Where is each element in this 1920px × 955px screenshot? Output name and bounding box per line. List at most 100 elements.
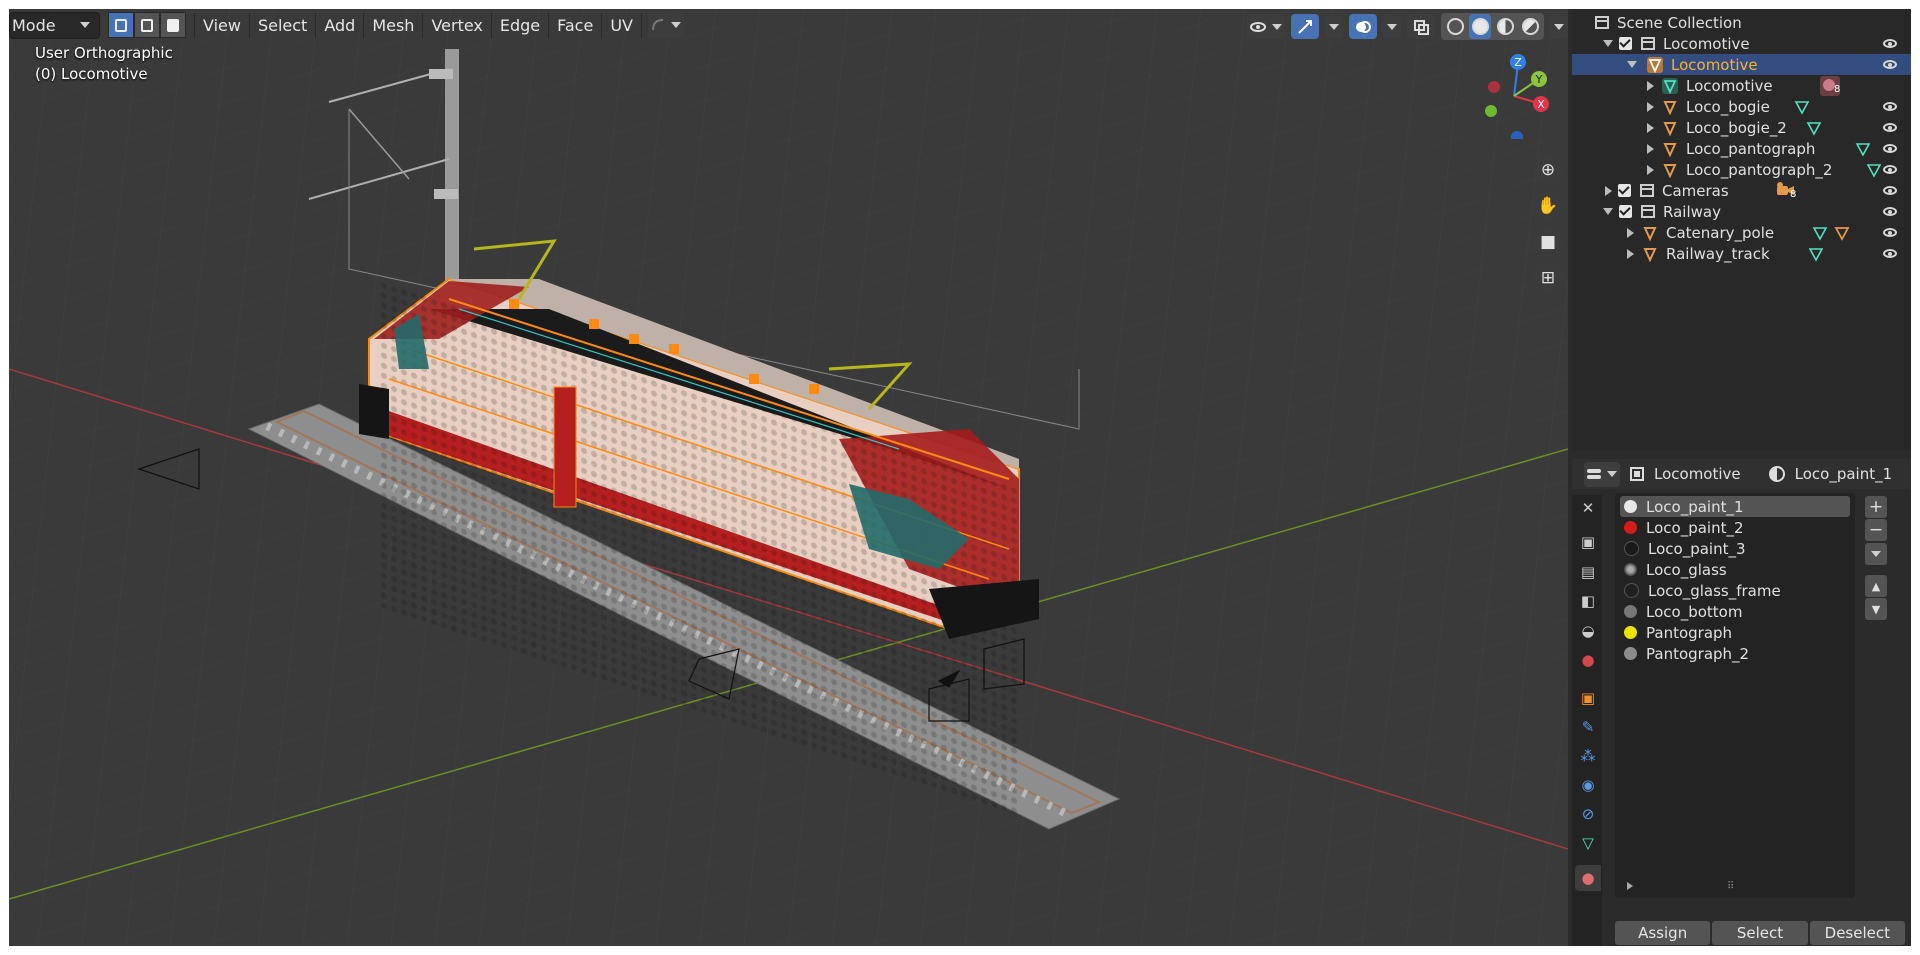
material-slot[interactable]: Loco_bottom bbox=[1620, 601, 1850, 622]
material-slot[interactable]: Loco_paint_3 bbox=[1620, 538, 1850, 559]
gizmo-dropdown[interactable] bbox=[1325, 14, 1343, 39]
shading-dropdown[interactable] bbox=[1550, 14, 1568, 39]
material-shading-button[interactable] bbox=[1494, 14, 1516, 39]
menu-edge[interactable]: Edge bbox=[492, 13, 548, 38]
material-slot[interactable]: Loco_glass_frame bbox=[1620, 580, 1850, 601]
overlay-dropdown[interactable] bbox=[1383, 14, 1401, 39]
pan-button[interactable]: ✋ bbox=[1533, 191, 1563, 221]
material-slot-list[interactable]: Loco_paint_1 Loco_paint_2 Loco_paint_3 L… bbox=[1615, 493, 1855, 898]
material-slot[interactable]: Pantograph bbox=[1620, 622, 1850, 643]
menu-add[interactable]: Add bbox=[316, 13, 363, 38]
eye-icon[interactable] bbox=[1883, 165, 1897, 174]
outliner-row-loco-pantograph[interactable]: Loco_pantograph bbox=[1572, 138, 1911, 159]
scene-collection-row[interactable]: Scene Collection bbox=[1586, 12, 1911, 33]
tab-world[interactable]: ● bbox=[1575, 647, 1601, 673]
move-slot-up-button[interactable]: ▲ bbox=[1865, 575, 1887, 597]
visibility-dropdown[interactable] bbox=[1247, 14, 1285, 39]
expand-arrow-icon[interactable] bbox=[1647, 122, 1654, 133]
material-slot[interactable]: Pantograph_2 bbox=[1620, 643, 1850, 664]
tab-particles[interactable]: ⁂ bbox=[1575, 743, 1601, 769]
expand-arrow-icon[interactable] bbox=[1603, 208, 1613, 215]
outliner-row-loco-bogie[interactable]: Loco_bogie bbox=[1572, 96, 1911, 117]
material-slot[interactable]: Loco_paint_1 bbox=[1620, 496, 1850, 517]
transform-pivot-dropdown[interactable] bbox=[647, 12, 684, 38]
eye-icon[interactable] bbox=[1883, 60, 1897, 69]
tab-material[interactable]: ● bbox=[1575, 865, 1601, 891]
zoom-button[interactable]: ⊕ bbox=[1533, 155, 1563, 185]
move-slot-down-button[interactable]: ▼ bbox=[1865, 598, 1887, 620]
menu-view[interactable]: View bbox=[195, 13, 249, 38]
navigation-gizmo[interactable]: Z X Y bbox=[1469, 49, 1559, 139]
material-slot[interactable]: Loco_paint_2 bbox=[1620, 517, 1850, 538]
eye-icon[interactable] bbox=[1883, 186, 1897, 195]
vertex-select-button[interactable] bbox=[108, 12, 134, 38]
tab-physics[interactable]: ◉ bbox=[1575, 772, 1601, 798]
solid-shading-button[interactable] bbox=[1469, 14, 1491, 39]
edge-select-button[interactable] bbox=[134, 12, 160, 38]
rendered-shading-button[interactable] bbox=[1517, 14, 1543, 39]
eye-icon[interactable] bbox=[1883, 144, 1897, 153]
eye-icon[interactable] bbox=[1883, 39, 1897, 48]
exclude-checkbox[interactable] bbox=[1618, 184, 1631, 197]
properties-editor[interactable]: Locomotive Loco_paint_1 ✕ ▣ ▤ ◧ ◒ ● ▣ ✎ … bbox=[1572, 459, 1911, 946]
expand-arrow-icon[interactable] bbox=[1647, 143, 1654, 154]
outliner[interactable]: Scene Collection Locomotive Locomotive L… bbox=[1572, 9, 1911, 450]
remove-material-slot-button[interactable]: − bbox=[1865, 519, 1887, 541]
viewport-scene[interactable] bbox=[9, 9, 1568, 946]
gizmo-toggle-button[interactable] bbox=[1291, 14, 1319, 39]
tab-object[interactable]: ▣ bbox=[1575, 685, 1601, 711]
outliner-row-collection-locomotive[interactable]: Locomotive bbox=[1572, 33, 1911, 54]
face-select-button[interactable] bbox=[160, 12, 186, 38]
tab-scene[interactable]: ◒ bbox=[1575, 618, 1601, 644]
xray-toggle-button[interactable] bbox=[1407, 14, 1435, 39]
select-button[interactable]: Select bbox=[1712, 921, 1808, 945]
menu-vertex[interactable]: Vertex bbox=[423, 13, 490, 38]
tab-modifiers[interactable]: ✎ bbox=[1575, 714, 1601, 740]
exclude-checkbox[interactable] bbox=[1619, 37, 1632, 50]
expand-arrow-icon[interactable] bbox=[1647, 80, 1654, 91]
eye-icon[interactable] bbox=[1883, 249, 1897, 258]
tab-output[interactable]: ▤ bbox=[1575, 559, 1601, 585]
menu-uv[interactable]: UV bbox=[602, 13, 641, 38]
expand-arrow-icon[interactable] bbox=[1627, 248, 1634, 259]
outliner-row-object-locomotive[interactable]: Locomotive bbox=[1572, 54, 1911, 75]
outliner-row-cameras[interactable]: Cameras 8 bbox=[1572, 180, 1911, 201]
list-filter-arrow-icon[interactable] bbox=[1627, 882, 1633, 890]
overlay-toggle-button[interactable] bbox=[1349, 14, 1377, 39]
outliner-row-loco-bogie-2[interactable]: Loco_bogie_2 bbox=[1572, 117, 1911, 138]
assign-button[interactable]: Assign bbox=[1615, 921, 1711, 945]
outliner-row-railway-track[interactable]: Railway_track bbox=[1572, 243, 1911, 264]
eye-icon[interactable] bbox=[1883, 228, 1897, 237]
menu-face[interactable]: Face bbox=[549, 13, 601, 38]
editor-type-dropdown[interactable] bbox=[1584, 461, 1620, 487]
tab-tool[interactable]: ✕ bbox=[1575, 495, 1601, 521]
eye-icon[interactable] bbox=[1883, 102, 1897, 111]
menu-mesh[interactable]: Mesh bbox=[364, 13, 422, 38]
expand-arrow-icon[interactable] bbox=[1647, 101, 1654, 112]
material-slot[interactable]: Loco_glass bbox=[1620, 559, 1850, 580]
tab-data[interactable]: ▽ bbox=[1575, 830, 1601, 856]
add-material-slot-button[interactable]: + bbox=[1865, 496, 1887, 518]
expand-arrow-icon[interactable] bbox=[1627, 227, 1634, 238]
expand-arrow-icon[interactable] bbox=[1603, 40, 1613, 47]
eye-icon[interactable] bbox=[1883, 123, 1897, 132]
expand-arrow-icon[interactable] bbox=[1605, 185, 1612, 196]
tab-view-layer[interactable]: ◧ bbox=[1575, 588, 1601, 614]
exclude-checkbox[interactable] bbox=[1619, 205, 1632, 218]
deselect-button[interactable]: Deselect bbox=[1809, 921, 1905, 945]
outliner-row-catenary-pole[interactable]: Catenary_pole bbox=[1572, 222, 1911, 243]
outliner-row-loco-pantograph-2[interactable]: Loco_pantograph_2 bbox=[1572, 159, 1911, 180]
expand-arrow-icon[interactable] bbox=[1647, 164, 1654, 175]
outliner-row-mesh-data[interactable]: Locomotive 8 bbox=[1572, 75, 1911, 96]
mode-dropdown[interactable]: Mode bbox=[9, 11, 100, 39]
camera-view-button[interactable]: ■ bbox=[1533, 227, 1563, 257]
expand-arrow-icon[interactable] bbox=[1627, 61, 1637, 68]
list-resize-handle-icon[interactable]: ⠿ bbox=[1727, 881, 1734, 892]
material-specials-dropdown[interactable] bbox=[1865, 543, 1887, 565]
tab-render[interactable]: ▣ bbox=[1575, 529, 1601, 555]
menu-select[interactable]: Select bbox=[250, 13, 315, 38]
3d-viewport[interactable]: Mode View Select Add Mesh Vertex Edge Fa… bbox=[9, 9, 1568, 946]
eye-icon[interactable] bbox=[1883, 207, 1897, 216]
wireframe-shading-button[interactable] bbox=[1444, 14, 1466, 39]
outliner-row-railway[interactable]: Railway bbox=[1572, 201, 1911, 222]
